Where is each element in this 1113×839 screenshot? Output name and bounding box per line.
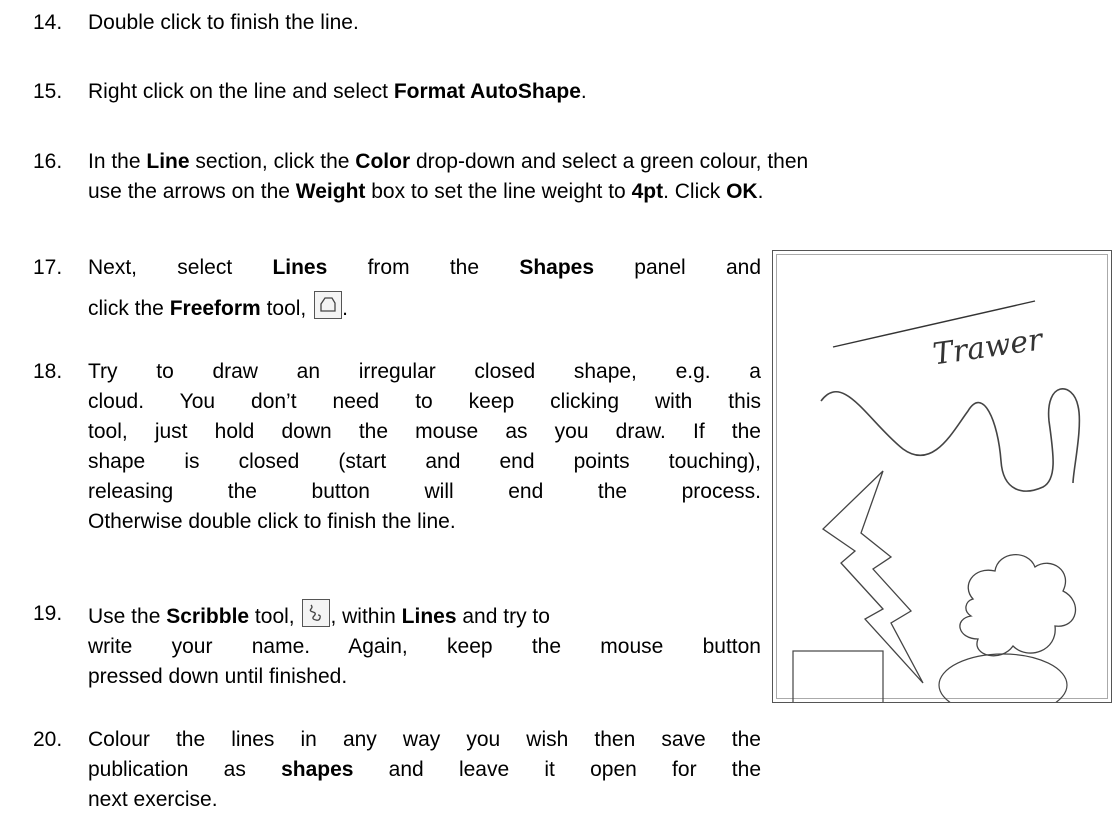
bold-term: Color bbox=[355, 150, 411, 173]
handwritten-name: Trawer bbox=[931, 322, 1046, 372]
step-text-line: pressed down until finished. bbox=[88, 665, 348, 688]
freeform-tool-icon bbox=[314, 291, 343, 319]
step-text-line: In the Line section, click the Color dro… bbox=[88, 147, 808, 177]
rectangle-shape bbox=[792, 650, 884, 702]
text-run: . Click bbox=[663, 180, 727, 203]
bold-term: Line bbox=[146, 150, 190, 173]
text-run: , within bbox=[330, 605, 402, 628]
step-number: 19. bbox=[33, 602, 63, 625]
shapes-drawing: Trawer bbox=[792, 300, 1081, 702]
step-number: 14. bbox=[33, 11, 63, 34]
step-text-fragment: Use the Scribble tool, bbox=[88, 605, 300, 628]
text-run: click the bbox=[88, 297, 170, 320]
text-run: drop-down and select a green colour, the… bbox=[410, 150, 809, 173]
text-run: tool, bbox=[260, 297, 313, 320]
step-text-line: tool, just hold down the mouse as you dr… bbox=[88, 420, 761, 443]
step-text-line: click the Freeform tool, . bbox=[88, 291, 761, 324]
text-run: use the arrows on the bbox=[88, 180, 296, 203]
step-number: 17. bbox=[33, 256, 63, 279]
step-number: 20. bbox=[33, 728, 63, 751]
step-number: 15. bbox=[33, 80, 63, 103]
step-text-fragment: , within Lines and try to bbox=[330, 605, 549, 628]
step-text-line: Otherwise double click to finish the lin… bbox=[88, 510, 456, 533]
text-run: publication as bbox=[88, 758, 282, 781]
text-run: In the bbox=[88, 150, 147, 173]
text-run: Next, select bbox=[88, 256, 273, 279]
text-run: panel and bbox=[594, 256, 762, 279]
step-number: 16. bbox=[33, 150, 63, 173]
step-text-line: Try to draw an irregular closed shape, e… bbox=[88, 360, 761, 383]
text-run: and leave it open for the bbox=[353, 758, 761, 781]
step-text-line: publication as shapes and leave it open … bbox=[88, 755, 761, 785]
text-run: section, click the bbox=[189, 150, 356, 173]
text-run: and try to bbox=[456, 605, 550, 628]
example-shapes-figure: Trawer bbox=[772, 250, 1112, 703]
step-text: Double click to finish the line. bbox=[88, 8, 359, 38]
bold-term: OK bbox=[726, 180, 758, 203]
text-run: box to set the line weight to bbox=[365, 180, 632, 203]
step-text-line: releasing the button will end the proces… bbox=[88, 480, 761, 503]
step-number: 18. bbox=[33, 360, 63, 383]
bold-term: Lines bbox=[272, 256, 328, 279]
step-text-line: Colour the lines in any way you wish the… bbox=[88, 728, 761, 751]
text-run: . bbox=[757, 180, 764, 203]
text-run: . bbox=[580, 80, 587, 103]
bold-term: shapes bbox=[281, 758, 354, 781]
cloud-shape bbox=[959, 554, 1077, 657]
step-text-fragment: click the Freeform tool, bbox=[88, 297, 312, 320]
step-text-line: use the arrows on the Weight box to set … bbox=[88, 177, 808, 207]
step-text-line: Next, select Lines from the Shapes panel… bbox=[88, 253, 761, 283]
text-run: tool, bbox=[249, 605, 301, 628]
text-run: Double click to finish the line. bbox=[88, 11, 359, 34]
bold-term: Weight bbox=[295, 180, 366, 203]
bold-term: Format AutoShape bbox=[393, 80, 581, 103]
oval-shape bbox=[938, 653, 1068, 702]
bold-term: 4pt bbox=[631, 180, 664, 203]
text-run: from the bbox=[327, 256, 520, 279]
step-text-fragment: . bbox=[342, 297, 348, 320]
text-run: Right click on the line and select bbox=[88, 80, 394, 103]
bold-term: Shapes bbox=[519, 256, 595, 279]
text-run: Use the bbox=[88, 605, 167, 628]
bold-term: Freeform bbox=[169, 297, 261, 320]
step-text-line: shape is closed (start and end points to… bbox=[88, 450, 761, 473]
bold-term: Lines bbox=[401, 605, 457, 628]
bold-term: Scribble bbox=[166, 605, 250, 628]
step-text: Right click on the line and select Forma… bbox=[88, 77, 587, 107]
step-text-line: Use the Scribble tool, , within Lines an… bbox=[88, 599, 761, 632]
wavy-line-shape bbox=[820, 388, 1081, 492]
step-text-line: next exercise. bbox=[88, 788, 218, 811]
scribble-tool-icon bbox=[302, 599, 331, 627]
step-text-line: cloud. You don’t need to keep clicking w… bbox=[88, 390, 761, 413]
step-text-line: write your name. Again, keep the mouse b… bbox=[88, 635, 761, 658]
